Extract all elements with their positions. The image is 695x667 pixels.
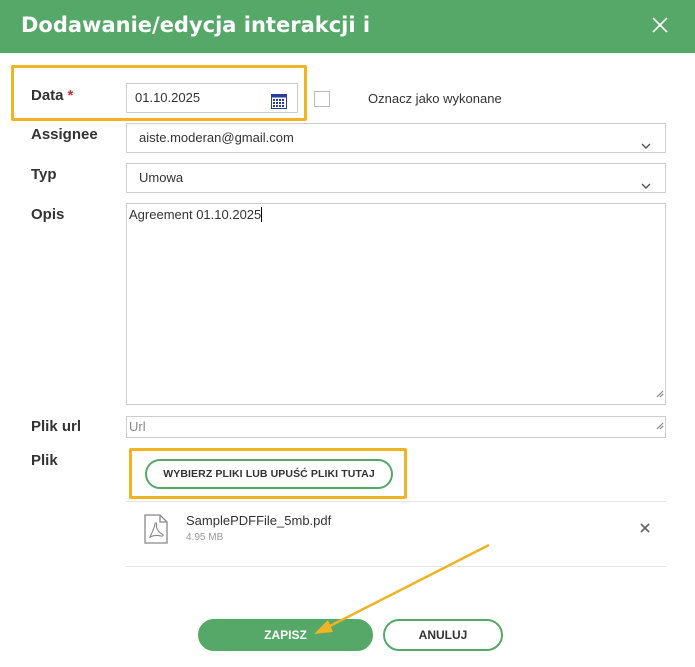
remove-file-icon[interactable]: [640, 520, 650, 538]
type-select[interactable]: Umowa: [126, 163, 666, 193]
file-name: SamplePDFFile_5mb.pdf: [186, 513, 332, 528]
cancel-button[interactable]: ANULUJ: [383, 619, 503, 651]
done-checkbox-label: Oznacz jako wykonane: [368, 91, 502, 106]
dialog-title: Dodawanie/edycja interakcji i: [21, 13, 371, 37]
file-size: 4.95 MB: [186, 532, 224, 543]
save-button[interactable]: ZAPISZ: [198, 619, 373, 651]
description-value: Agreement 01.10.2025: [129, 207, 262, 222]
type-value: Umowa: [139, 170, 184, 185]
date-label: Data *: [31, 87, 73, 104]
text-cursor: [261, 207, 263, 222]
description-label: Opis: [31, 206, 65, 223]
assignee-label: Assignee: [31, 126, 98, 143]
chevron-down-icon: [641, 173, 651, 201]
calendar-icon[interactable]: [271, 91, 287, 119]
date-input[interactable]: 01.10.2025: [126, 83, 298, 113]
assignee-select[interactable]: aiste.moderan@gmail.com: [126, 123, 666, 153]
done-checkbox[interactable]: [314, 91, 330, 107]
type-label: Typ: [31, 166, 57, 183]
resize-handle-icon[interactable]: [656, 416, 664, 436]
file-url-placeholder: Url: [129, 419, 146, 434]
file-label: Plik: [31, 452, 58, 469]
dialog-header: Dodawanie/edycja interakcji i: [0, 0, 695, 53]
upload-files-button[interactable]: WYBIERZ PLIKI LUB UPUŚĆ PLIKI TUTAJ: [145, 459, 393, 489]
resize-handle-icon[interactable]: [656, 385, 664, 403]
close-icon[interactable]: [650, 15, 670, 35]
required-mark: *: [67, 87, 74, 104]
file-url-input[interactable]: Url: [126, 416, 666, 438]
attached-file-row: SamplePDFFile_5mb.pdf 4.95 MB: [126, 501, 666, 567]
assignee-value: aiste.moderan@gmail.com: [139, 130, 294, 145]
chevron-down-icon: [641, 133, 651, 161]
date-value: 01.10.2025: [135, 90, 201, 105]
pdf-file-icon: [143, 514, 169, 549]
date-label-text: Data: [31, 87, 64, 104]
description-textarea[interactable]: Agreement 01.10.2025: [126, 203, 666, 405]
file-url-label: Plik url: [31, 418, 82, 435]
